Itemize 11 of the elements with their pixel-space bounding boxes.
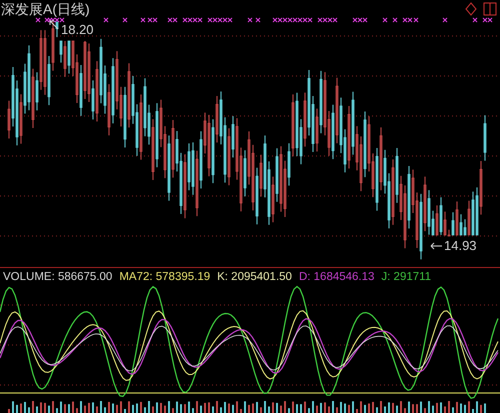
indicator-readout: D: 1684546.13: [298, 270, 374, 284]
window-controls-icon[interactable]: [464, 2, 498, 16]
indicator-readout: J: 291711: [381, 270, 432, 284]
chart-title: 深发展A(日线): [1, 0, 90, 18]
indicator-readout: MA72: 578395.19: [119, 270, 210, 284]
arrow-icon: [430, 242, 443, 250]
arrow-icon: [49, 20, 59, 30]
high-price-label: 18.20: [61, 22, 94, 38]
indicator-readout: VOLUME: 586675.00: [3, 270, 112, 284]
low-price-label: 14.93: [444, 238, 477, 254]
indicator-readout: K: 2095401.50: [217, 270, 292, 284]
